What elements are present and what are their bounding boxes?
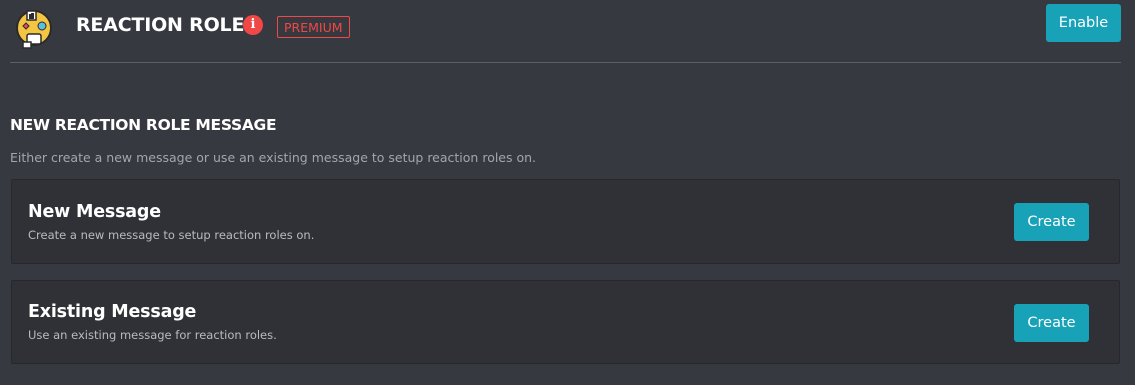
card-title: Existing Message (28, 302, 197, 322)
premium-badge: PREMIUM (277, 16, 350, 38)
enable-button[interactable]: Enable (1046, 4, 1121, 42)
card-title: New Message (28, 202, 161, 222)
page-title: REACTION ROLES (76, 14, 258, 36)
info-icon[interactable]: i (243, 15, 263, 35)
card-description: Use an existing message for reaction rol… (28, 328, 277, 342)
reaction-roles-logo-icon (13, 6, 57, 52)
card-description: Create a new message to setup reaction r… (28, 228, 315, 242)
create-new-message-button[interactable]: Create (1014, 203, 1089, 241)
page-header: REACTION ROLES i PREMIUM Enable (0, 0, 1135, 62)
section-title: NEW REACTION ROLE MESSAGE (10, 116, 277, 134)
section-description: Either create a new message or use an ex… (10, 150, 537, 165)
existing-message-card: Existing Message Use an existing message… (11, 280, 1120, 364)
header-divider (10, 62, 1121, 63)
reaction-roles-page: REACTION ROLES i PREMIUM Enable NEW REAC… (0, 0, 1135, 385)
new-message-card: New Message Create a new message to setu… (11, 179, 1120, 264)
create-existing-message-button[interactable]: Create (1014, 304, 1089, 342)
